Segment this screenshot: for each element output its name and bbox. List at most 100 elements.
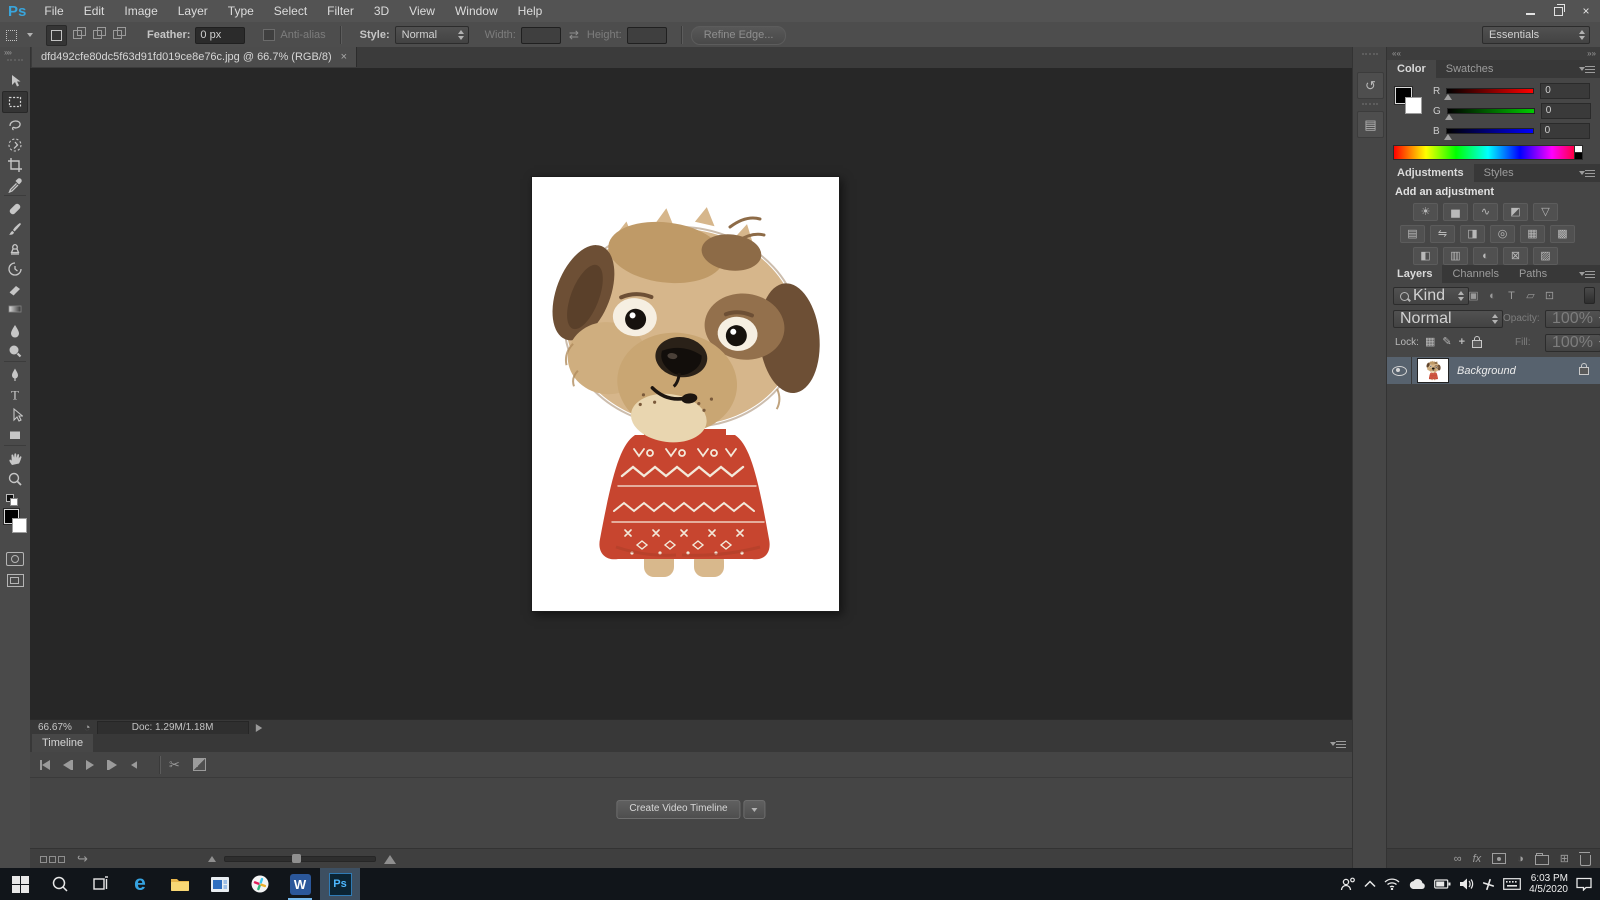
create-video-timeline-button[interactable]: Create Video Timeline <box>616 800 741 819</box>
menu-select[interactable]: Select <box>264 0 317 22</box>
lasso-tool[interactable] <box>3 115 27 134</box>
layer-visibility-toggle[interactable] <box>1387 357 1412 384</box>
layer-style-fx-icon[interactable]: fx <box>1473 853 1482 865</box>
zoom-level-field[interactable]: 66.67% <box>38 722 72 733</box>
document-tab[interactable]: dfd492cfe80dc5f63d91fd019ce8e76c.jpg @ 6… <box>32 47 358 67</box>
feather-input[interactable]: 0 px <box>195 26 246 44</box>
shape-layers-filter-icon[interactable]: ▱ <box>1522 287 1539 304</box>
action-center-icon[interactable] <box>1576 877 1592 891</box>
lock-all-icon[interactable] <box>1472 335 1483 348</box>
intersect-selection-mode-button[interactable] <box>108 25 127 44</box>
status-flyout-arrow-icon[interactable] <box>255 723 262 732</box>
hidden-icons-chevron-icon[interactable] <box>1364 880 1376 888</box>
word-button[interactable]: W <box>280 868 320 900</box>
onedrive-cloud-icon[interactable] <box>1408 878 1426 890</box>
frame-boxes-icon[interactable] <box>40 855 67 863</box>
eyedropper-tool[interactable] <box>3 175 27 194</box>
menu-window[interactable]: Window <box>445 0 508 22</box>
color-spectrum-ramp[interactable] <box>1393 145 1583 160</box>
delete-layer-icon[interactable] <box>1579 851 1591 866</box>
crop-tool[interactable] <box>3 155 27 174</box>
height-input[interactable] <box>626 26 667 44</box>
rectangular-marquee-tool[interactable] <box>2 91 28 113</box>
default-colors-icon[interactable] <box>6 491 24 507</box>
new-selection-mode-button[interactable] <box>46 24 67 46</box>
menu-edit[interactable]: Edit <box>74 0 115 22</box>
background-color-swatch[interactable] <box>1405 97 1422 114</box>
width-input[interactable] <box>520 26 561 44</box>
screen-mode-button[interactable] <box>3 571 27 590</box>
properties-panel-icon[interactable]: ▤ <box>1357 111 1384 138</box>
posterize-adjustment-icon[interactable]: ▥ <box>1443 247 1468 265</box>
clock[interactable]: 6:03 PM 4/5/2020 <box>1529 873 1568 895</box>
menu-3d[interactable]: 3D <box>364 0 399 22</box>
hue-saturation-adjustment-icon[interactable]: ▤ <box>1400 225 1425 243</box>
color-panel-swatch-widget[interactable] <box>1394 86 1427 119</box>
toolbar-grip[interactable] <box>7 59 23 61</box>
wifi-icon[interactable] <box>1384 878 1400 890</box>
start-button[interactable] <box>0 868 40 900</box>
tab-swatches[interactable]: Swatches <box>1436 60 1504 78</box>
menu-layer[interactable]: Layer <box>168 0 218 22</box>
dodge-tool[interactable] <box>3 341 27 360</box>
layer-thumbnail[interactable] <box>1417 358 1449 383</box>
menu-type[interactable]: Type <box>218 0 264 22</box>
menu-view[interactable]: View <box>399 0 445 22</box>
refine-edge-button[interactable]: Refine Edge... <box>690 25 787 45</box>
green-slider[interactable] <box>1444 108 1535 120</box>
history-panel-icon[interactable]: ↺ <box>1357 72 1384 99</box>
type-layers-filter-icon[interactable]: T <box>1503 287 1520 304</box>
tab-styles[interactable]: Styles <box>1474 164 1524 182</box>
close-button[interactable]: × <box>1572 0 1600 22</box>
new-layer-icon[interactable]: ⊞ <box>1560 852 1569 865</box>
flipbook-arrow-icon[interactable]: ↪ <box>77 851 88 867</box>
pixel-layers-filter-icon[interactable]: ▣ <box>1465 287 1482 304</box>
add-selection-mode-button[interactable] <box>68 25 87 44</box>
threshold-adjustment-icon[interactable]: ◐ <box>1473 247 1498 265</box>
brightness-contrast-adjustment-icon[interactable]: ☀ <box>1413 203 1438 221</box>
blur-tool[interactable] <box>3 321 27 340</box>
quick-selection-tool[interactable] <box>3 135 27 154</box>
opacity-select[interactable]: 100% <box>1545 310 1600 328</box>
file-explorer-button[interactable] <box>160 868 200 900</box>
battery-icon[interactable] <box>1434 879 1451 889</box>
lock-position-icon[interactable]: + <box>1459 336 1465 348</box>
path-selection-tool[interactable] <box>3 405 27 424</box>
collapse-dock-icon[interactable]: «« <box>1392 49 1401 58</box>
blue-slider-thumb[interactable] <box>1443 134 1452 140</box>
search-button[interactable] <box>40 868 80 900</box>
subtract-selection-mode-button[interactable] <box>88 25 107 44</box>
menu-filter[interactable]: Filter <box>317 0 364 22</box>
quick-mask-button[interactable] <box>3 549 27 568</box>
rectangle-shape-tool[interactable] <box>3 425 27 444</box>
red-slider-thumb[interactable] <box>1444 94 1453 100</box>
pen-tool[interactable] <box>3 365 27 384</box>
expand-dock-icon[interactable]: »» <box>1587 49 1596 58</box>
selective-color-adjustment-icon[interactable]: ⊠ <box>1503 247 1528 265</box>
edge-button[interactable]: e <box>120 868 160 900</box>
canvas-area[interactable] <box>30 68 1352 719</box>
brush-tool[interactable] <box>3 219 27 238</box>
menu-file[interactable]: File <box>34 0 73 22</box>
strip-grip[interactable] <box>1362 103 1378 105</box>
invert-adjustment-icon[interactable]: ◧ <box>1413 247 1438 265</box>
background-color-swatch[interactable] <box>12 518 27 533</box>
history-brush-tool[interactable] <box>3 259 27 278</box>
menu-image[interactable]: Image <box>114 0 167 22</box>
background-layer-row[interactable]: Background <box>1387 357 1600 384</box>
photoshop-taskbar-button[interactable]: Ps <box>320 868 360 900</box>
eraser-tool[interactable] <box>3 279 27 298</box>
photo-filter-adjustment-icon[interactable]: ◎ <box>1490 225 1515 243</box>
new-adjustment-layer-icon[interactable]: ◑ <box>1517 853 1524 865</box>
doc-size-field[interactable]: Doc: 1.29M/1.18M <box>96 720 249 735</box>
audio-mute-button[interactable] <box>130 760 138 770</box>
red-slider[interactable] <box>1444 88 1535 100</box>
tool-preset-picker[interactable] <box>6 29 33 41</box>
smart-object-filter-icon[interactable]: ⊡ <box>1541 287 1558 304</box>
vibrance-adjustment-icon[interactable]: ▽ <box>1533 203 1558 221</box>
layer-filter-switch[interactable] <box>1584 287 1595 304</box>
zoom-out-mountain-icon[interactable] <box>207 856 216 862</box>
first-frame-button[interactable] <box>40 759 50 770</box>
task-view-button[interactable] <box>80 868 120 900</box>
channel-mixer-adjustment-icon[interactable]: ▦ <box>1520 225 1545 243</box>
